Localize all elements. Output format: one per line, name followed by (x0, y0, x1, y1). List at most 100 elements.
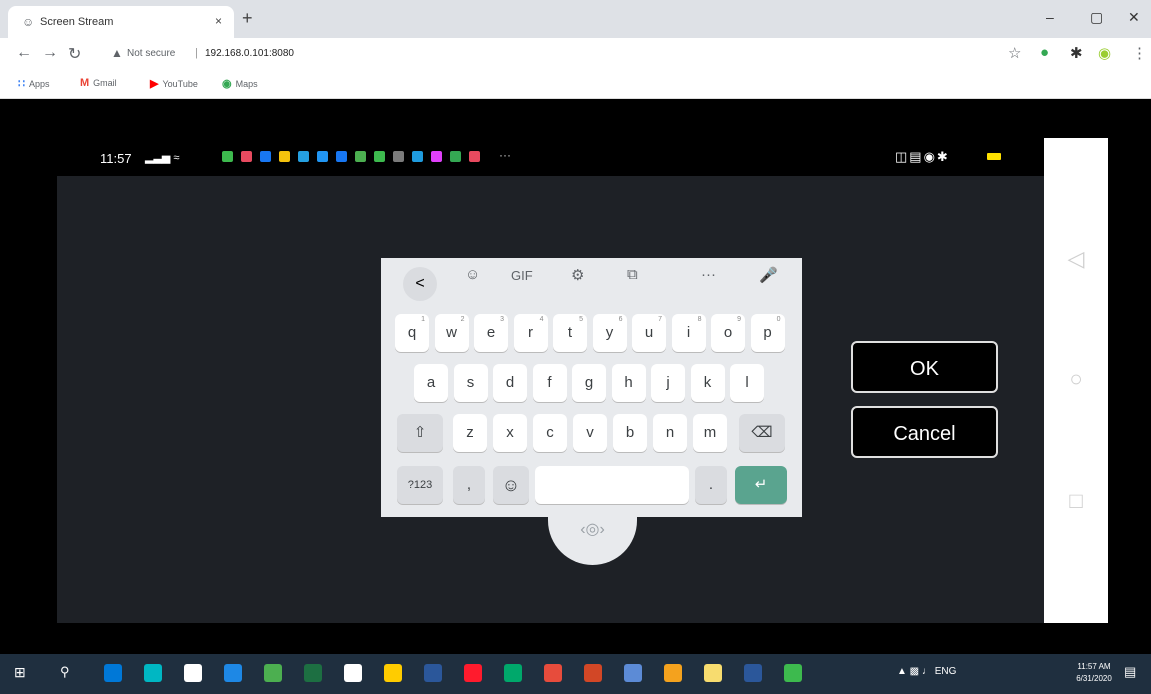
symbols-key[interactable]: ?123 (397, 466, 443, 504)
search-icon[interactable]: ⚲ (60, 664, 78, 682)
menu-dots-icon[interactable]: ⋮ (1132, 44, 1147, 62)
comma-key[interactable]: , (453, 466, 485, 504)
close-window-button[interactable]: ✕ (1128, 9, 1140, 26)
shift-key[interactable]: ⇧ (397, 414, 443, 452)
backspace-key[interactable]: ⌫ (739, 414, 785, 452)
app-notification-icon (393, 151, 404, 162)
taskbar-app-icon[interactable] (344, 664, 362, 682)
taskbar-app-icon[interactable] (224, 664, 242, 682)
taskbar-app-icon[interactable] (504, 664, 522, 682)
settings-gear-icon[interactable]: ⚙ (571, 266, 584, 284)
taskbar-clock[interactable]: 11:57 AM 6/31/2020 (1074, 661, 1114, 685)
star-icon[interactable]: ☆ (1008, 44, 1021, 62)
cancel-button[interactable]: Cancel (851, 406, 998, 458)
microphone-icon[interactable]: 🎤 (759, 266, 778, 284)
key-r[interactable]: r4 (513, 314, 548, 352)
keyboard-back-icon[interactable]: < (403, 267, 437, 301)
key-e[interactable]: e3 (474, 314, 508, 352)
key-hint: 9 (737, 316, 741, 323)
puzzle-icon[interactable]: ✱ (1070, 44, 1083, 62)
close-tab-icon[interactable]: × (215, 14, 222, 28)
sticker-icon[interactable]: ☺ (465, 266, 480, 283)
key-s[interactable]: s (453, 364, 488, 402)
address-bar[interactable]: ▲ Not secure | 192.168.0.101:8080 (103, 42, 993, 66)
taskbar-app-icon[interactable] (664, 664, 682, 682)
more-options-icon[interactable]: ··· (701, 266, 716, 283)
bookmark-apps[interactable]: ∷ Apps (18, 77, 50, 90)
taskbar-app-icon[interactable] (264, 664, 282, 682)
gif-button[interactable]: GIF (511, 268, 533, 283)
bookmark-youtube[interactable]: ▶ YouTube (150, 77, 198, 90)
emoji-icon[interactable]: ☺ (493, 466, 529, 504)
taskbar-app-icon[interactable] (304, 664, 322, 682)
key-k[interactable]: k (690, 364, 725, 402)
nav-home-icon[interactable]: ○ (1044, 366, 1108, 392)
minimize-button[interactable]: – (1046, 9, 1054, 25)
tab-screen-stream[interactable]: ☺ Screen Stream × (8, 6, 234, 38)
key-z[interactable]: z (453, 414, 487, 452)
key-label: r (528, 324, 533, 341)
key-h[interactable]: h (611, 364, 646, 402)
enter-key[interactable]: ↵ (735, 466, 787, 504)
maximize-button[interactable]: ▢ (1090, 9, 1103, 26)
key-i[interactable]: i8 (671, 314, 706, 352)
key-label: i (686, 324, 691, 341)
extension-green-icon[interactable]: ● (1040, 44, 1049, 61)
tab-title: Screen Stream (40, 16, 114, 28)
taskbar-app-icon[interactable] (784, 664, 802, 682)
key-w[interactable]: w2 (434, 314, 469, 352)
battery-icon (987, 153, 1001, 160)
new-tab-button[interactable]: + (242, 9, 253, 27)
key-p[interactable]: p0 (750, 314, 785, 352)
tab-strip: ☺ Screen Stream × + – ▢ ✕ (0, 0, 1151, 38)
key-o[interactable]: o9 (711, 314, 745, 352)
profile-avatar[interactable]: ◉ (1098, 44, 1111, 62)
key-c[interactable]: c (533, 414, 567, 452)
key-f[interactable]: f (532, 364, 567, 402)
key-g[interactable]: g (572, 364, 606, 402)
key-v[interactable]: v (573, 414, 607, 452)
system-tray: ▲ ▩ ♩ ENG (897, 666, 957, 677)
taskbar-app-icon[interactable] (104, 664, 122, 682)
key-b[interactable]: b (613, 414, 647, 452)
nav-recents-icon[interactable]: □ (1044, 488, 1108, 514)
taskbar-app-icon[interactable] (384, 664, 402, 682)
windows-start-icon[interactable]: ⊞ (14, 664, 32, 682)
taskbar-app-icon[interactable] (544, 664, 562, 682)
taskbar-app-icon[interactable] (704, 664, 722, 682)
taskbar-app-icon[interactable] (424, 664, 442, 682)
bookmark-gmail[interactable]: M Gmail (80, 77, 117, 89)
taskbar-app-icon[interactable] (184, 664, 202, 682)
key-label: t (567, 324, 573, 341)
period-key[interactable]: . (695, 466, 727, 504)
key-l[interactable]: l (730, 364, 764, 402)
ok-button[interactable]: OK (851, 341, 998, 393)
taskbar-app-icon[interactable] (624, 664, 642, 682)
phone-status-bar: 11:57 ▂▃▅ ≈ ··· ◫▤◉✱ (57, 138, 1044, 176)
key-n[interactable]: n (653, 414, 687, 452)
taskbar-app-icon[interactable] (144, 664, 162, 682)
notification-center-icon[interactable]: ▤ (1124, 664, 1142, 682)
nav-back-icon[interactable]: ◁ (1044, 246, 1108, 272)
taskbar-app-icon[interactable] (584, 664, 602, 682)
key-hint: 2 (460, 316, 465, 323)
key-d[interactable]: d (493, 364, 527, 402)
translate-icon[interactable]: ⧉ (627, 266, 638, 283)
key-x[interactable]: x (493, 414, 527, 452)
taskbar-app-icon[interactable] (464, 664, 482, 682)
url-text[interactable]: 192.168.0.101:8080 (205, 48, 294, 59)
key-a[interactable]: a (414, 364, 448, 402)
key-y[interactable]: y6 (592, 314, 627, 352)
key-q[interactable]: q1 (395, 314, 429, 352)
language-indicator[interactable]: ENG (935, 666, 957, 677)
bookmark-maps[interactable]: ◉ Maps (222, 77, 258, 90)
back-arrow-icon[interactable]: ← (16, 44, 32, 62)
space-bar[interactable] (535, 466, 689, 504)
key-u[interactable]: u7 (632, 314, 666, 352)
taskbar-app-icon[interactable] (744, 664, 762, 682)
forward-arrow-icon[interactable]: → (42, 44, 58, 62)
reload-icon[interactable]: ↻ (68, 44, 81, 64)
key-m[interactable]: m (693, 414, 727, 452)
key-j[interactable]: j (651, 364, 685, 402)
key-t[interactable]: t5 (553, 314, 587, 352)
